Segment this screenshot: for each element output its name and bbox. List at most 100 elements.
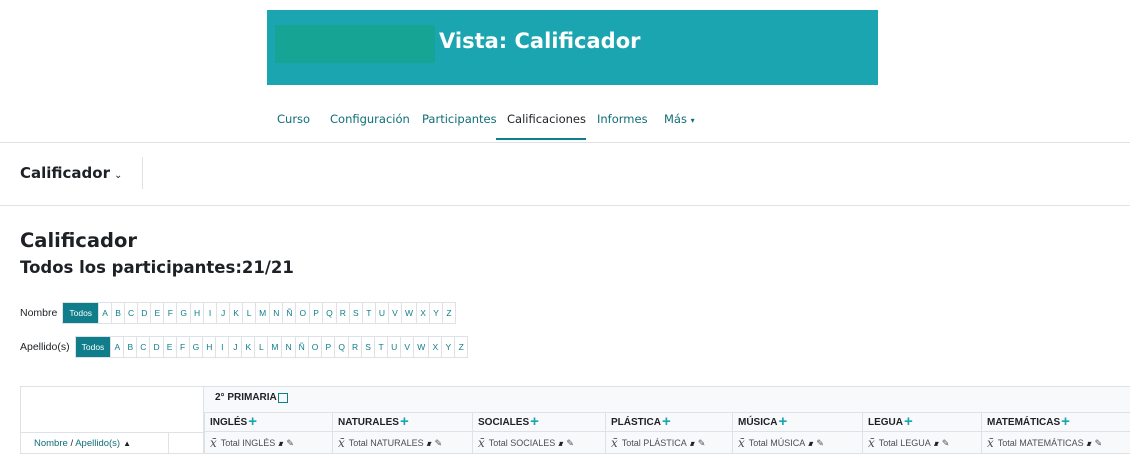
surname-letter-9[interactable]: I (216, 337, 230, 357)
first-name-letter-22[interactable]: U (376, 303, 389, 323)
nav-item-mas[interactable]: Más ▾ (664, 112, 695, 126)
first-name-letter-6[interactable]: F (164, 303, 178, 323)
surname-letter-27[interactable]: Z (455, 337, 467, 357)
first-name-letter-23[interactable]: V (389, 303, 402, 323)
surname-letter-21[interactable]: T (375, 337, 389, 357)
nav-item-configuracion[interactable]: Configuración (330, 112, 410, 126)
expand-icon[interactable]: + (1061, 414, 1070, 429)
surname-letter-1[interactable]: A (111, 337, 125, 357)
surname-letter-19[interactable]: R (349, 337, 363, 357)
subject-total-header: x̄ Total LEGUA ▴▾ ✎ (862, 432, 981, 454)
first-name-letter-27[interactable]: Z (443, 303, 455, 323)
sort-icon[interactable]: ▴▾ (427, 439, 432, 448)
surname-letter-23[interactable]: V (401, 337, 415, 357)
surname-letter-17[interactable]: P (322, 337, 336, 357)
expand-icon[interactable]: + (530, 414, 539, 429)
first-name-letter-12[interactable]: L (243, 303, 257, 323)
surname-letter-20[interactable]: S (362, 337, 376, 357)
nav-item-calificaciones[interactable]: Calificaciones (507, 112, 586, 126)
surname-letter-7[interactable]: G (190, 337, 204, 357)
surname-letter-3[interactable]: C (137, 337, 151, 357)
surname-letter-8[interactable]: H (203, 337, 217, 357)
sort-by-surname-link[interactable]: Apellido(s) (75, 438, 120, 449)
first-name-letter-13[interactable]: M (256, 303, 271, 323)
surname-letter-22[interactable]: U (388, 337, 402, 357)
report-selector[interactable]: Calificador ⌄ (20, 164, 122, 182)
first-name-letter-10[interactable]: J (217, 303, 231, 323)
surname-all-button[interactable]: Todos (75, 337, 112, 357)
first-name-letter-25[interactable]: X (417, 303, 431, 323)
sort-icon[interactable]: ▴▾ (690, 439, 695, 448)
sort-icon[interactable]: ▴▾ (808, 439, 813, 448)
edit-icon[interactable]: ✎ (698, 438, 706, 449)
sort-by-first-name-link[interactable]: Nombre (34, 438, 68, 449)
edit-icon[interactable]: ✎ (566, 438, 574, 449)
collapse-category-icon[interactable] (277, 392, 288, 403)
surname-letter-13[interactable]: M (268, 337, 283, 357)
nav-item-curso[interactable]: Curso (277, 112, 310, 126)
first-name-letter-7[interactable]: G (177, 303, 191, 323)
sort-ascending-icon[interactable]: ▲ (123, 439, 131, 448)
total-label[interactable]: Total LEGUA (879, 438, 931, 448)
first-name-letter-2[interactable]: B (112, 303, 126, 323)
first-name-letter-11[interactable]: K (230, 303, 244, 323)
surname-letter-11[interactable]: K (242, 337, 256, 357)
surname-letter-24[interactable]: W (414, 337, 430, 357)
surname-letter-5[interactable]: E (164, 337, 177, 357)
first-name-letter-17[interactable]: P (310, 303, 324, 323)
first-name-letter-20[interactable]: S (350, 303, 363, 323)
nav-item-informes[interactable]: Informes (597, 112, 648, 126)
sort-icon[interactable]: ▴▾ (558, 439, 563, 448)
expand-icon[interactable]: + (904, 414, 913, 429)
expand-icon[interactable]: + (662, 414, 671, 429)
surname-letter-25[interactable]: X (429, 337, 443, 357)
edit-icon[interactable]: ✎ (816, 438, 824, 449)
sort-icon[interactable]: ▴▾ (1087, 439, 1092, 448)
surname-letter-4[interactable]: D (150, 337, 164, 357)
first-name-letter-18[interactable]: Q (323, 303, 337, 323)
surname-letter-2[interactable]: B (124, 337, 138, 357)
surname-letter-26[interactable]: Y (442, 337, 456, 357)
total-label[interactable]: Total SOCIALES (489, 438, 556, 448)
first-name-letter-8[interactable]: H (191, 303, 205, 323)
nav-item-participantes[interactable]: Participantes (422, 112, 497, 126)
first-name-letter-1[interactable]: A (99, 303, 113, 323)
total-label[interactable]: Total INGLÉS (221, 438, 276, 448)
sort-icon[interactable]: ▴▾ (934, 439, 939, 448)
first-name-letter-5[interactable]: E (151, 303, 165, 323)
first-name-letter-4[interactable]: D (138, 303, 152, 323)
first-name-letter-9[interactable]: I (204, 303, 218, 323)
first-name-letter-24[interactable]: W (402, 303, 418, 323)
first-name-letter-21[interactable]: T (363, 303, 376, 323)
subject-total-header: x̄ Total NATURALES ▴▾ ✎ (332, 432, 472, 454)
surname-letter-16[interactable]: O (309, 337, 323, 357)
surname-letter-10[interactable]: J (229, 337, 243, 357)
first-name-letter-3[interactable]: C (125, 303, 139, 323)
surname-letter-18[interactable]: Q (335, 337, 349, 357)
first-name-letter-15[interactable]: Ñ (283, 303, 297, 323)
surname-letter-15[interactable]: Ñ (296, 337, 309, 357)
expand-icon[interactable]: + (400, 414, 409, 429)
edit-icon[interactable]: ✎ (1095, 438, 1103, 449)
first-name-letter-19[interactable]: R (337, 303, 350, 323)
edit-icon[interactable]: ✎ (435, 438, 443, 449)
first-name-filter: Nombre Todos A B C D E F G H I J K L M N Ñ O P Q R S T U V W X Y Z (20, 302, 457, 324)
total-label[interactable]: Total PLÁSTICA (622, 438, 687, 448)
surname-letter-6[interactable]: F (177, 337, 190, 357)
total-label[interactable]: Total MÚSICA (749, 438, 806, 448)
surname-letter-14[interactable]: N (282, 337, 296, 357)
first-name-letter-14[interactable]: N (270, 303, 284, 323)
surname-letter-12[interactable]: L (255, 337, 269, 357)
edit-icon[interactable]: ✎ (286, 438, 294, 449)
first-name-all-button[interactable]: Todos (63, 303, 100, 323)
total-label[interactable]: Total MATEMÁTICAS (998, 438, 1084, 448)
expand-icon[interactable]: + (778, 414, 787, 429)
first-name-letter-26[interactable]: Y (430, 303, 444, 323)
expand-icon[interactable]: + (248, 414, 257, 429)
total-label[interactable]: Total NATURALES (349, 438, 424, 448)
subject-name: LEGUA (868, 416, 903, 428)
first-name-letter-16[interactable]: O (296, 303, 311, 323)
edit-icon[interactable]: ✎ (942, 438, 950, 449)
sort-icon[interactable]: ▴▾ (278, 439, 283, 448)
average-icon: x̄ (338, 436, 345, 450)
